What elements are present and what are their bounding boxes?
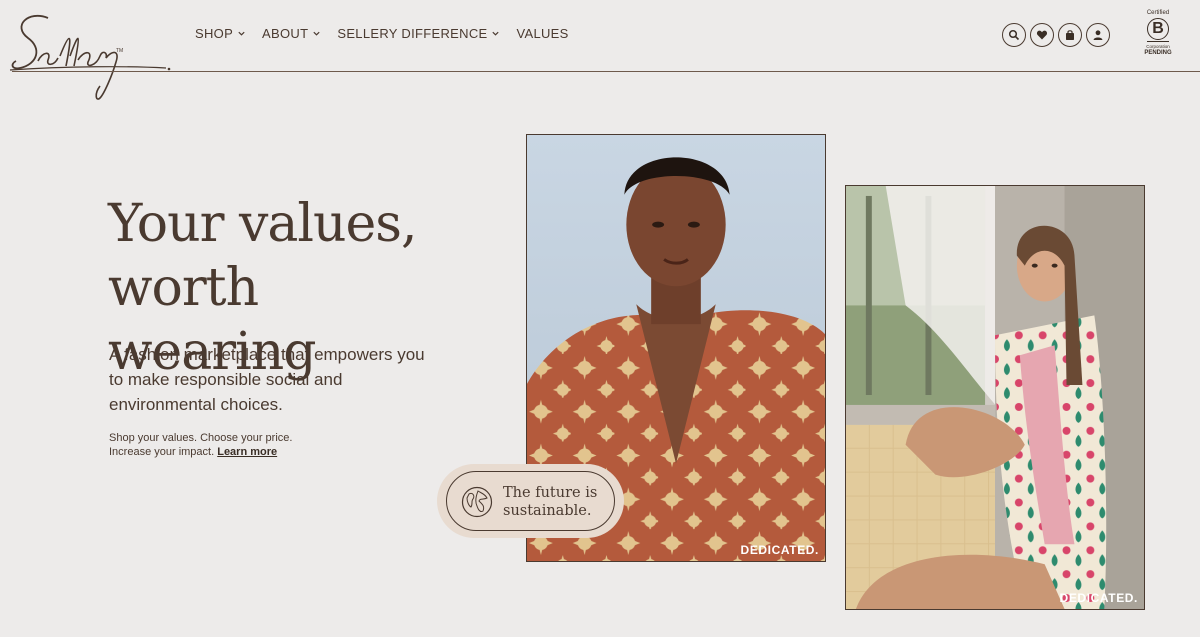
nav-sellery-difference[interactable]: SELLERY DIFFERENCE	[337, 26, 500, 41]
nav-shop[interactable]: SHOP	[195, 26, 246, 41]
bcorp-badge: Certified B Corporation PENDING	[1141, 10, 1175, 62]
cart-button[interactable]	[1058, 23, 1082, 47]
hero-subtitle: A fashion marketplace that empowers you …	[109, 345, 425, 414]
woman-photo-image	[846, 186, 1144, 609]
chevron-down-icon	[238, 31, 245, 36]
badge-line2: sustainable.	[503, 503, 592, 519]
svg-text:TM: TM	[116, 48, 123, 54]
hero-title-line1: Your values,	[108, 194, 417, 254]
chevron-down-icon	[313, 31, 320, 36]
account-button[interactable]	[1086, 23, 1110, 47]
chevron-down-icon	[492, 31, 500, 36]
photo-tag: DEDICATED.	[740, 543, 819, 557]
nav-about[interactable]: ABOUT	[262, 26, 321, 41]
search-button[interactable]	[1002, 23, 1026, 47]
bcorp-certified: Certified	[1146, 10, 1170, 16]
sellery-logo[interactable]: TM	[8, 6, 173, 102]
header-icons	[1002, 23, 1110, 47]
bcorp-logo: B	[1147, 18, 1169, 40]
badge-line1: The future is	[503, 485, 598, 501]
main-nav: SHOP ABOUT SELLERY DIFFERENCE VALUES	[195, 26, 569, 41]
hero-tagline: Shop your values. Choose your price. Inc…	[109, 431, 369, 459]
bcorp-pending: PENDING	[1144, 50, 1172, 56]
heart-icon	[1036, 30, 1048, 40]
hero-tagline-line1: Shop your values. Choose your price.	[109, 432, 293, 444]
header-divider	[12, 71, 1200, 72]
bcorp-divider	[1147, 41, 1169, 42]
nav-about-label: ABOUT	[262, 26, 309, 41]
shopping-bag-icon	[1066, 30, 1074, 40]
nav-sellery-difference-label: SELLERY DIFFERENCE	[337, 26, 488, 41]
bcorp-corporation: Corporation	[1146, 44, 1170, 49]
site-header: TM SHOP ABOUT SELLERY DIFFERENCE VALUES	[0, 0, 1200, 100]
globe-icon	[461, 486, 493, 518]
nav-shop-label: SHOP	[195, 26, 234, 41]
nav-values[interactable]: VALUES	[516, 26, 568, 41]
hero-photo-woman[interactable]: DEDICATED.	[845, 185, 1145, 610]
sustainable-badge-text: The future is sustainable.	[503, 484, 613, 520]
nav-values-label: VALUES	[516, 26, 569, 41]
sustainable-badge: The future is sustainable.	[437, 464, 624, 538]
hero-tagline-line2: Increase your impact.	[109, 446, 215, 458]
photo-tag: DEDICATED.	[1059, 591, 1138, 605]
logo-icon: TM	[9, 15, 171, 100]
learn-more-link[interactable]: Learn more	[217, 446, 277, 458]
search-icon	[1008, 29, 1020, 41]
wishlist-button[interactable]	[1030, 23, 1054, 47]
sustainable-badge-border: The future is sustainable.	[446, 471, 615, 531]
user-icon	[1093, 30, 1103, 40]
